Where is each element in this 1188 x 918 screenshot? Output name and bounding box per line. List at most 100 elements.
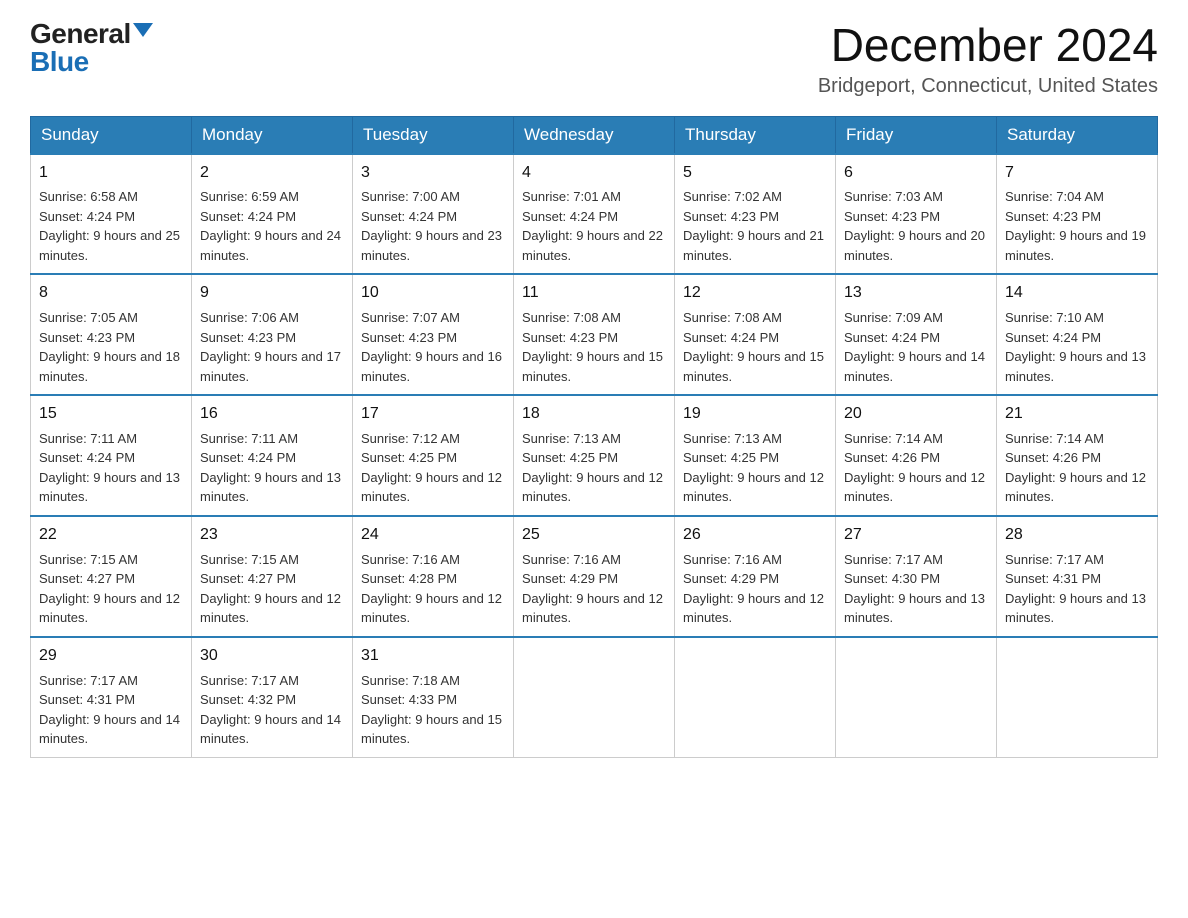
day-info: Sunrise: 7:09 AMSunset: 4:24 PMDaylight:…: [844, 308, 988, 386]
calendar-cell: 26Sunrise: 7:16 AMSunset: 4:29 PMDayligh…: [675, 516, 836, 637]
col-header-tuesday: Tuesday: [353, 116, 514, 154]
calendar-cell: 11Sunrise: 7:08 AMSunset: 4:23 PMDayligh…: [514, 274, 675, 395]
day-info: Sunrise: 7:05 AMSunset: 4:23 PMDaylight:…: [39, 308, 183, 386]
day-info: Sunrise: 7:08 AMSunset: 4:23 PMDaylight:…: [522, 308, 666, 386]
day-number: 9: [200, 281, 344, 306]
calendar-cell: [675, 637, 836, 757]
calendar-cell: 13Sunrise: 7:09 AMSunset: 4:24 PMDayligh…: [836, 274, 997, 395]
day-number: 29: [39, 644, 183, 669]
location-subtitle: Bridgeport, Connecticut, United States: [818, 75, 1158, 98]
day-number: 5: [683, 161, 827, 186]
col-header-thursday: Thursday: [675, 116, 836, 154]
calendar-cell: 5Sunrise: 7:02 AMSunset: 4:23 PMDaylight…: [675, 154, 836, 275]
day-info: Sunrise: 7:13 AMSunset: 4:25 PMDaylight:…: [683, 429, 827, 507]
calendar-cell: 12Sunrise: 7:08 AMSunset: 4:24 PMDayligh…: [675, 274, 836, 395]
day-info: Sunrise: 7:08 AMSunset: 4:24 PMDaylight:…: [683, 308, 827, 386]
day-number: 18: [522, 402, 666, 427]
calendar-cell: 10Sunrise: 7:07 AMSunset: 4:23 PMDayligh…: [353, 274, 514, 395]
day-info: Sunrise: 7:00 AMSunset: 4:24 PMDaylight:…: [361, 187, 505, 265]
day-number: 10: [361, 281, 505, 306]
calendar-cell: 2Sunrise: 6:59 AMSunset: 4:24 PMDaylight…: [192, 154, 353, 275]
calendar-cell: 15Sunrise: 7:11 AMSunset: 4:24 PMDayligh…: [31, 395, 192, 516]
calendar-cell: 30Sunrise: 7:17 AMSunset: 4:32 PMDayligh…: [192, 637, 353, 757]
calendar-cell: 7Sunrise: 7:04 AMSunset: 4:23 PMDaylight…: [997, 154, 1158, 275]
day-info: Sunrise: 7:15 AMSunset: 4:27 PMDaylight:…: [200, 550, 344, 628]
day-number: 24: [361, 523, 505, 548]
day-number: 3: [361, 161, 505, 186]
day-info: Sunrise: 7:02 AMSunset: 4:23 PMDaylight:…: [683, 187, 827, 265]
week-row-3: 15Sunrise: 7:11 AMSunset: 4:24 PMDayligh…: [31, 395, 1158, 516]
calendar-cell: 16Sunrise: 7:11 AMSunset: 4:24 PMDayligh…: [192, 395, 353, 516]
day-number: 11: [522, 281, 666, 306]
week-row-4: 22Sunrise: 7:15 AMSunset: 4:27 PMDayligh…: [31, 516, 1158, 637]
day-number: 14: [1005, 281, 1149, 306]
day-number: 12: [683, 281, 827, 306]
col-header-saturday: Saturday: [997, 116, 1158, 154]
day-info: Sunrise: 7:11 AMSunset: 4:24 PMDaylight:…: [200, 429, 344, 507]
calendar-cell: 20Sunrise: 7:14 AMSunset: 4:26 PMDayligh…: [836, 395, 997, 516]
week-row-1: 1Sunrise: 6:58 AMSunset: 4:24 PMDaylight…: [31, 154, 1158, 275]
day-number: 17: [361, 402, 505, 427]
day-number: 16: [200, 402, 344, 427]
col-header-sunday: Sunday: [31, 116, 192, 154]
day-number: 30: [200, 644, 344, 669]
day-info: Sunrise: 7:11 AMSunset: 4:24 PMDaylight:…: [39, 429, 183, 507]
day-info: Sunrise: 7:14 AMSunset: 4:26 PMDaylight:…: [844, 429, 988, 507]
logo-triangle-icon: [133, 23, 153, 37]
calendar-cell: [836, 637, 997, 757]
logo-general-text: General: [30, 20, 131, 48]
calendar-cell: 6Sunrise: 7:03 AMSunset: 4:23 PMDaylight…: [836, 154, 997, 275]
calendar-cell: 18Sunrise: 7:13 AMSunset: 4:25 PMDayligh…: [514, 395, 675, 516]
day-number: 7: [1005, 161, 1149, 186]
col-header-wednesday: Wednesday: [514, 116, 675, 154]
day-number: 22: [39, 523, 183, 548]
calendar-cell: 9Sunrise: 7:06 AMSunset: 4:23 PMDaylight…: [192, 274, 353, 395]
day-info: Sunrise: 7:14 AMSunset: 4:26 PMDaylight:…: [1005, 429, 1149, 507]
calendar-cell: 27Sunrise: 7:17 AMSunset: 4:30 PMDayligh…: [836, 516, 997, 637]
day-number: 15: [39, 402, 183, 427]
day-number: 27: [844, 523, 988, 548]
col-header-monday: Monday: [192, 116, 353, 154]
day-info: Sunrise: 7:15 AMSunset: 4:27 PMDaylight:…: [39, 550, 183, 628]
day-number: 31: [361, 644, 505, 669]
calendar-cell: 8Sunrise: 7:05 AMSunset: 4:23 PMDaylight…: [31, 274, 192, 395]
day-number: 28: [1005, 523, 1149, 548]
day-info: Sunrise: 7:16 AMSunset: 4:29 PMDaylight:…: [522, 550, 666, 628]
day-info: Sunrise: 7:07 AMSunset: 4:23 PMDaylight:…: [361, 308, 505, 386]
day-number: 25: [522, 523, 666, 548]
day-info: Sunrise: 7:12 AMSunset: 4:25 PMDaylight:…: [361, 429, 505, 507]
day-info: Sunrise: 7:10 AMSunset: 4:24 PMDaylight:…: [1005, 308, 1149, 386]
day-number: 19: [683, 402, 827, 427]
logo: General Blue: [30, 20, 153, 76]
day-number: 13: [844, 281, 988, 306]
calendar-cell: 24Sunrise: 7:16 AMSunset: 4:28 PMDayligh…: [353, 516, 514, 637]
month-year-title: December 2024: [818, 20, 1158, 71]
day-info: Sunrise: 6:58 AMSunset: 4:24 PMDaylight:…: [39, 187, 183, 265]
day-info: Sunrise: 7:16 AMSunset: 4:29 PMDaylight:…: [683, 550, 827, 628]
calendar-cell: 4Sunrise: 7:01 AMSunset: 4:24 PMDaylight…: [514, 154, 675, 275]
col-header-friday: Friday: [836, 116, 997, 154]
calendar-cell: 28Sunrise: 7:17 AMSunset: 4:31 PMDayligh…: [997, 516, 1158, 637]
day-info: Sunrise: 7:03 AMSunset: 4:23 PMDaylight:…: [844, 187, 988, 265]
day-info: Sunrise: 7:04 AMSunset: 4:23 PMDaylight:…: [1005, 187, 1149, 265]
logo-blue-text: Blue: [30, 48, 89, 76]
calendar-cell: 25Sunrise: 7:16 AMSunset: 4:29 PMDayligh…: [514, 516, 675, 637]
calendar-cell: 31Sunrise: 7:18 AMSunset: 4:33 PMDayligh…: [353, 637, 514, 757]
day-info: Sunrise: 7:17 AMSunset: 4:31 PMDaylight:…: [1005, 550, 1149, 628]
day-number: 4: [522, 161, 666, 186]
calendar-table: SundayMondayTuesdayWednesdayThursdayFrid…: [30, 116, 1158, 758]
day-info: Sunrise: 7:06 AMSunset: 4:23 PMDaylight:…: [200, 308, 344, 386]
calendar-cell: 19Sunrise: 7:13 AMSunset: 4:25 PMDayligh…: [675, 395, 836, 516]
day-info: Sunrise: 7:13 AMSunset: 4:25 PMDaylight:…: [522, 429, 666, 507]
day-number: 21: [1005, 402, 1149, 427]
day-number: 2: [200, 161, 344, 186]
day-number: 23: [200, 523, 344, 548]
calendar-cell: 1Sunrise: 6:58 AMSunset: 4:24 PMDaylight…: [31, 154, 192, 275]
calendar-cell: 23Sunrise: 7:15 AMSunset: 4:27 PMDayligh…: [192, 516, 353, 637]
calendar-cell: 29Sunrise: 7:17 AMSunset: 4:31 PMDayligh…: [31, 637, 192, 757]
day-number: 6: [844, 161, 988, 186]
week-row-2: 8Sunrise: 7:05 AMSunset: 4:23 PMDaylight…: [31, 274, 1158, 395]
week-row-5: 29Sunrise: 7:17 AMSunset: 4:31 PMDayligh…: [31, 637, 1158, 757]
day-number: 26: [683, 523, 827, 548]
day-number: 8: [39, 281, 183, 306]
